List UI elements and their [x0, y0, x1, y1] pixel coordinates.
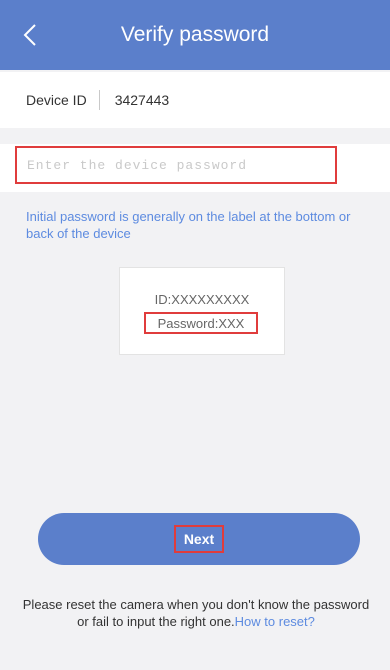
device-id-row: Device ID 3427443	[0, 72, 390, 128]
next-button-label: Next	[173, 525, 225, 553]
device-password-input[interactable]	[15, 146, 337, 184]
reset-instructions: Please reset the camera when you don't k…	[22, 596, 370, 630]
password-field-container	[0, 144, 390, 192]
password-hint: Initial password is generally on the lab…	[26, 209, 351, 241]
header-bar: Verify password	[0, 0, 390, 70]
next-button[interactable]: Next	[38, 513, 360, 565]
device-id-label: Device ID	[26, 92, 87, 108]
label-example-id: ID:XXXXXXXXX	[154, 292, 250, 307]
label-example-password: Password:XXX	[144, 312, 258, 334]
divider	[98, 90, 100, 110]
device-label-example: ID:XXXXXXXXX Password:XXX	[119, 267, 285, 355]
reset-text: Please reset the camera when you don't k…	[22, 597, 370, 629]
page-title: Verify password	[120, 23, 270, 46]
device-id-value: 3427443	[114, 92, 170, 108]
chevron-left-icon[interactable]	[18, 20, 46, 50]
how-to-reset-link[interactable]: How to reset?	[235, 614, 315, 629]
